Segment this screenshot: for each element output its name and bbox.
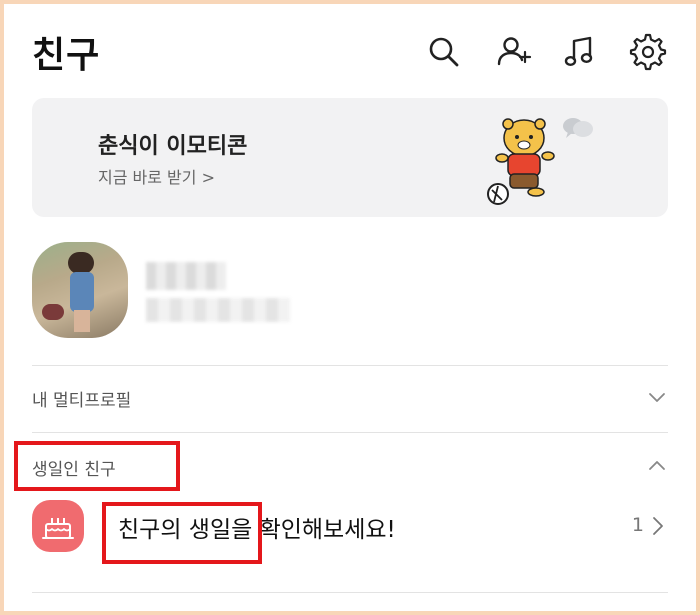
music-icon[interactable] (560, 32, 600, 72)
divider (32, 432, 668, 433)
divider (32, 592, 668, 593)
section-label: 내 멀티프로필 (32, 391, 132, 411)
multi-profile-section[interactable]: 내 멀티프로필 (32, 378, 668, 418)
birthday-cake-icon (32, 500, 84, 552)
my-profile[interactable] (32, 242, 668, 348)
divider (32, 365, 668, 366)
chevron-down-icon[interactable] (646, 386, 668, 408)
profile-status-blurred (146, 298, 290, 322)
friends-screen: 친구 춘식이 이모티콘 지금 바로 받기 > 내 멀티프로필 생일인 친구 친구… (4, 4, 696, 611)
highlight-box (14, 441, 180, 491)
search-icon[interactable] (424, 32, 464, 72)
settings-icon[interactable] (628, 32, 668, 72)
birthday-count: 1 (631, 514, 644, 536)
chevron-right-icon[interactable] (648, 514, 668, 538)
highlight-box (102, 502, 262, 564)
emoticon-banner[interactable]: 춘식이 이모티콘 지금 바로 받기 > (32, 98, 668, 217)
add-friend-icon[interactable] (494, 32, 534, 72)
profile-name-blurred (146, 262, 226, 290)
page-title: 친구 (32, 35, 101, 76)
avatar[interactable] (32, 242, 128, 338)
chat-bubble-icon (563, 118, 593, 138)
banner-link[interactable]: 지금 바로 받기 > (98, 164, 215, 188)
chevron-up-icon[interactable] (646, 455, 668, 477)
banner-title: 춘식이 이모티콘 (98, 134, 248, 159)
